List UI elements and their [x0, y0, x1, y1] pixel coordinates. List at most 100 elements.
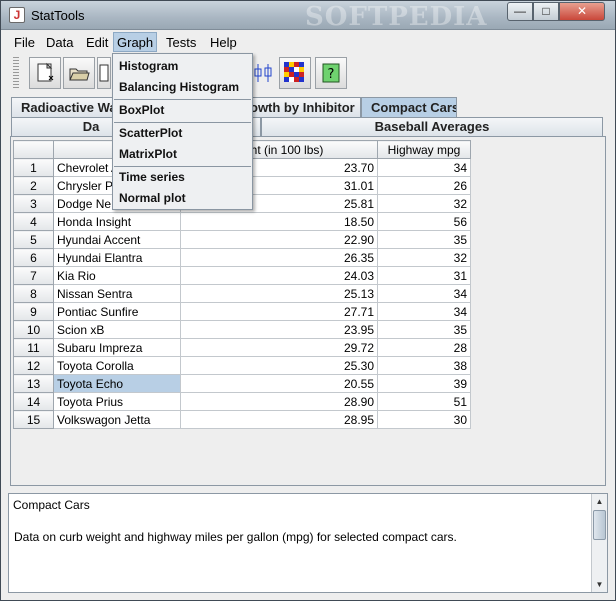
row-number-cell[interactable]: 9: [13, 302, 54, 321]
weight-cell[interactable]: 27.71: [180, 302, 378, 321]
description-textarea[interactable]: Compact Cars Data on curb weight and hig…: [8, 493, 608, 593]
car-cell[interactable]: Hyundai Elantra: [53, 248, 181, 267]
mpg-cell[interactable]: 30: [377, 410, 471, 429]
minimize-button[interactable]: —: [507, 2, 533, 21]
row-number-cell[interactable]: 1: [13, 158, 54, 177]
menu-tests[interactable]: Tests: [163, 34, 199, 52]
weight-cell[interactable]: 18.50: [180, 212, 378, 231]
tab-baseball-averages[interactable]: Baseball Averages: [261, 117, 603, 136]
row-number-cell[interactable]: 8: [13, 284, 54, 303]
row-number-cell[interactable]: 5: [13, 230, 54, 249]
tab-radioactive-waste[interactable]: Radioactive Wa: [11, 97, 113, 117]
toolbar-grip[interactable]: [13, 57, 19, 89]
car-cell[interactable]: Subaru Impreza: [53, 338, 181, 357]
table-row[interactable]: 15 Volkswagon Jetta 28.95 30: [13, 410, 471, 429]
table-row[interactable]: 14 Toyota Prius 28.90 51: [13, 392, 471, 411]
row-number-cell[interactable]: 12: [13, 356, 54, 375]
help-button[interactable]: ?: [315, 57, 347, 89]
weight-cell[interactable]: 29.72: [180, 338, 378, 357]
row-number-cell[interactable]: 4: [13, 212, 54, 231]
table-row[interactable]: 10 Scion xB 23.95 35: [13, 320, 471, 339]
row-number-cell[interactable]: 14: [13, 392, 54, 411]
boxplot-button[interactable]: [251, 57, 279, 89]
weight-cell[interactable]: 25.13: [180, 284, 378, 303]
mpg-cell[interactable]: 39: [377, 374, 471, 393]
table-row[interactable]: 9 Pontiac Sunfire 27.71 34: [13, 302, 471, 321]
row-number-cell[interactable]: 11: [13, 338, 54, 357]
weight-cell[interactable]: 23.95: [180, 320, 378, 339]
table-row[interactable]: 13 Toyota Echo 20.55 39: [13, 374, 471, 393]
car-cell[interactable]: Scion xB: [53, 320, 181, 339]
car-cell[interactable]: Nissan Sentra: [53, 284, 181, 303]
weight-cell[interactable]: 25.30: [180, 356, 378, 375]
row-number-cell[interactable]: 13: [13, 374, 54, 393]
table-row[interactable]: 5 Hyundai Accent 22.90 35: [13, 230, 471, 249]
mpg-cell[interactable]: 32: [377, 194, 471, 213]
row-number-header[interactable]: [13, 140, 54, 159]
vertical-scrollbar[interactable]: ▲ ▼: [591, 494, 607, 592]
row-number-cell[interactable]: 3: [13, 194, 54, 213]
menu-file[interactable]: File: [11, 34, 38, 52]
table-row[interactable]: 11 Subaru Impreza 29.72 28: [13, 338, 471, 357]
row-number-cell[interactable]: 15: [13, 410, 54, 429]
scroll-up-arrow-icon[interactable]: ▲: [592, 494, 607, 509]
weight-cell[interactable]: 24.03: [180, 266, 378, 285]
car-cell[interactable]: Pontiac Sunfire: [53, 302, 181, 321]
matrix-button[interactable]: [279, 57, 311, 89]
table-row[interactable]: 4 Honda Insight 18.50 56: [13, 212, 471, 231]
mpg-cell[interactable]: 35: [377, 320, 471, 339]
menu-data[interactable]: Data: [43, 34, 76, 52]
menu-item-normal-plot[interactable]: Normal plot: [113, 188, 252, 209]
menu-edit[interactable]: Edit: [83, 34, 111, 52]
tab-growth-by-inhibitor[interactable]: owth by Inhibitor: [247, 97, 361, 117]
menu-item-histogram[interactable]: Histogram: [113, 56, 252, 77]
row-number-cell[interactable]: 10: [13, 320, 54, 339]
document-button[interactable]: [97, 57, 111, 89]
mpg-cell[interactable]: 31: [377, 266, 471, 285]
mpg-cell[interactable]: 38: [377, 356, 471, 375]
new-document-button[interactable]: [29, 57, 61, 89]
row-number-cell[interactable]: 6: [13, 248, 54, 267]
menu-item-time-series[interactable]: Time series: [113, 167, 252, 188]
scroll-down-arrow-icon[interactable]: ▼: [592, 577, 607, 592]
menu-graph[interactable]: Graph: [113, 32, 158, 52]
mpg-cell[interactable]: 26: [377, 176, 471, 195]
menu-item-boxplot[interactable]: BoxPlot: [113, 100, 252, 121]
car-cell[interactable]: Toyota Corolla: [53, 356, 181, 375]
mpg-cell[interactable]: 35: [377, 230, 471, 249]
open-button[interactable]: [63, 57, 95, 89]
car-cell[interactable]: Honda Insight: [53, 212, 181, 231]
mpg-cell[interactable]: 34: [377, 158, 471, 177]
mpg-cell[interactable]: 51: [377, 392, 471, 411]
mpg-cell[interactable]: 34: [377, 284, 471, 303]
row-number-cell[interactable]: 7: [13, 266, 54, 285]
table-row[interactable]: 12 Toyota Corolla 25.30 38: [13, 356, 471, 375]
mpg-cell[interactable]: 28: [377, 338, 471, 357]
car-cell[interactable]: Hyundai Accent: [53, 230, 181, 249]
weight-cell[interactable]: 22.90: [180, 230, 378, 249]
maximize-button[interactable]: □: [533, 2, 559, 21]
menu-item-scatterplot[interactable]: ScatterPlot: [113, 123, 252, 144]
weight-cell[interactable]: 20.55: [180, 374, 378, 393]
mpg-cell[interactable]: 32: [377, 248, 471, 267]
car-cell[interactable]: Toyota Echo: [53, 374, 181, 393]
weight-cell[interactable]: 28.95: [180, 410, 378, 429]
row-number-cell[interactable]: 2: [13, 176, 54, 195]
menu-help[interactable]: Help: [207, 34, 240, 52]
mpg-cell[interactable]: 56: [377, 212, 471, 231]
tab-compact-cars[interactable]: Compact Cars: [361, 97, 457, 117]
scroll-thumb[interactable]: [593, 510, 606, 540]
weight-cell[interactable]: 28.90: [180, 392, 378, 411]
table-row[interactable]: 7 Kia Rio 24.03 31: [13, 266, 471, 285]
table-row[interactable]: 6 Hyundai Elantra 26.35 32: [13, 248, 471, 267]
close-button[interactable]: ✕: [559, 2, 605, 21]
mpg-cell[interactable]: 34: [377, 302, 471, 321]
title-bar[interactable]: J StatTools SOFTPEDIA — □ ✕: [1, 1, 615, 32]
car-cell[interactable]: Kia Rio: [53, 266, 181, 285]
weight-cell[interactable]: 26.35: [180, 248, 378, 267]
menu-item-balancing-histogram[interactable]: Balancing Histogram: [113, 77, 252, 98]
column-header-mpg[interactable]: Highway mpg: [377, 140, 471, 159]
car-cell[interactable]: Volkswagon Jetta: [53, 410, 181, 429]
table-row[interactable]: 8 Nissan Sentra 25.13 34: [13, 284, 471, 303]
car-cell[interactable]: Toyota Prius: [53, 392, 181, 411]
